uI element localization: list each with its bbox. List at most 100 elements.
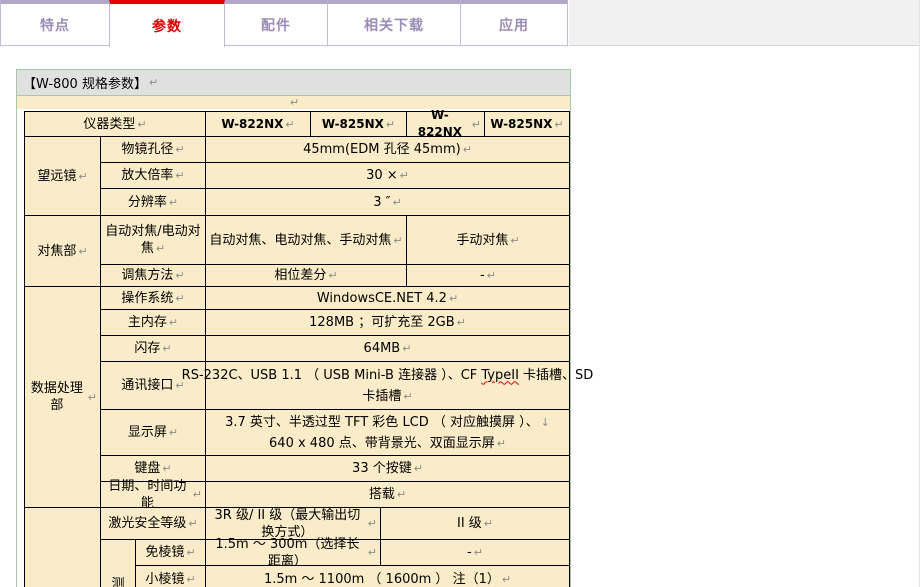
row-label-text: 小棱镜 xyxy=(145,571,184,587)
spec-empty-row: ↵ xyxy=(17,96,570,109)
row-label: 放大倍率↵ xyxy=(101,163,206,189)
carriage-return-icon: ↵ xyxy=(510,232,519,249)
row-value-right: II 级↵ xyxy=(381,508,570,540)
tab-features[interactable]: 特点 xyxy=(0,0,110,46)
row-label: 闪存↵ xyxy=(101,336,206,362)
row-label: 免棱镜↵ xyxy=(136,540,206,566)
row-label-text: 主内存 xyxy=(128,314,167,331)
row-value: 3.7 英寸、半透过型 TFT 彩色 LCD （ 对应触摸屏 ）、↓ 640 x… xyxy=(206,410,570,456)
row-label: 调焦方法↵ xyxy=(101,265,206,287)
carriage-return-icon: ↵ xyxy=(368,515,377,532)
row-label: 小棱镜↵ xyxy=(136,566,206,587)
range-vertical-label: 测 xyxy=(101,540,136,587)
row-value: 33 个按键↵ xyxy=(206,456,570,482)
row-label: 显示屏↵ xyxy=(101,410,206,456)
range-subsection: 测 免棱镜↵ 1.5m ～ 300m（选择长距离）↵ -↵ 小棱镜↵ 1.5m … xyxy=(101,540,570,587)
range-group-cell-empty xyxy=(25,508,101,587)
instrument-type-text: 仪器类型 xyxy=(83,116,135,133)
carriage-return-icon: ↵ xyxy=(393,232,402,249)
row-value: WindowsCE.NET 4.2↵ xyxy=(206,287,570,310)
table-row: 闪存↵ 64MB↵ xyxy=(101,336,570,362)
tab-applications-label: 应用 xyxy=(499,15,529,35)
row-value-text: 手动对焦 xyxy=(456,232,508,249)
spellcheck-underline: TypeII xyxy=(481,368,519,383)
row-value-text: 33 个按键 xyxy=(352,460,412,477)
row-label-text: 免棱镜 xyxy=(145,544,184,561)
table-row: 主内存↵ 128MB ；可扩充至 2GB↵ xyxy=(101,310,570,336)
row-value-right: 手动对焦↵ xyxy=(407,216,570,265)
line-break-icon: ↓ xyxy=(541,416,550,429)
display-line1: 3.7 英寸、半透过型 TFT 彩色 LCD （ 对应触摸屏 ）、↓ xyxy=(225,412,550,433)
table-row: 小棱镜↵ 1.5m ～ 1100m （ 1600m ） 注（1）↵ xyxy=(136,566,570,587)
carriage-return-icon: ↵ xyxy=(193,486,202,503)
carriage-return-icon: ↵ xyxy=(502,571,511,587)
carriage-return-icon: ↵ xyxy=(449,290,458,307)
model-name: W-822NX xyxy=(410,107,470,141)
tab-parameters[interactable]: 参数 xyxy=(109,0,225,47)
row-value-text: 1.5m ～ 300m（选择长距离） xyxy=(209,536,366,570)
row-label-text: 闪存 xyxy=(134,340,160,357)
tab-downloads-label: 相关下载 xyxy=(364,15,424,35)
tab-parameters-label: 参数 xyxy=(152,16,182,36)
carriage-return-icon: ↵ xyxy=(474,544,483,561)
carriage-return-icon: ↵ xyxy=(78,243,87,260)
carriage-return-icon: ↵ xyxy=(169,424,178,441)
row-value-text: 45mm(EDM 孔径 45mm) xyxy=(303,141,461,158)
carriage-return-icon: ↵ xyxy=(175,141,184,158)
row-value-left: 相位差分↵ xyxy=(206,265,407,287)
telescope-section: 望远镜↵ 物镜孔径↵ 45mm(EDM 孔径 45mm)↵ 放大倍率↵ 30 ×… xyxy=(25,137,570,216)
carriage-return-icon: ↵ xyxy=(149,76,158,89)
comm-line1: RS-232C、USB 1.1 （ USB Mini-B 连接器 ）、CF Ty… xyxy=(182,365,594,386)
telescope-group-label: 望远镜↵ xyxy=(25,137,101,216)
focus-rows: 自动对焦/电动对焦↵ 自动对焦、电动对焦、手动对焦↵ 手动对焦↵ 调焦方法↵ 相… xyxy=(101,216,570,287)
carriage-return-icon: ↵ xyxy=(403,390,412,403)
focus-group-label: 对焦部↵ xyxy=(25,216,101,287)
tab-applications[interactable]: 应用 xyxy=(460,0,568,46)
spec-table: 仪器类型↵ W-822NX↵ W-825NX↵ W-822NX↵ W-825NX… xyxy=(24,111,570,587)
spec-table-wrapper: 仪器类型↵ W-822NX↵ W-825NX↵ W-822NX↵ W-825NX… xyxy=(17,109,570,587)
carriage-return-icon: ↵ xyxy=(188,515,197,532)
row-label-text: 物镜孔径 xyxy=(121,141,173,158)
carriage-return-icon: ↵ xyxy=(175,267,184,284)
row-value-text: 相位差分 xyxy=(274,267,326,284)
row-label: 日期、时间功能↵ xyxy=(101,482,206,508)
row-value: 64MB↵ xyxy=(206,336,570,362)
spec-table-title-text: 【W-800 规格参数】 xyxy=(23,73,147,92)
table-row: 操作系统↵ WindowsCE.NET 4.2↵ xyxy=(101,287,570,310)
table-row: 显示屏↵ 3.7 英寸、半透过型 TFT 彩色 LCD （ 对应触摸屏 ）、↓ … xyxy=(101,410,570,456)
row-label-text: 显示屏 xyxy=(128,424,167,441)
carriage-return-icon: ↵ xyxy=(137,116,146,133)
row-value: 1.5m ～ 1100m （ 1600m ） 注（1）↵ xyxy=(206,566,570,587)
carriage-return-icon: ↵ xyxy=(397,486,406,503)
row-value-left: 自动对焦、电动对焦、手动对焦↵ xyxy=(206,216,407,265)
table-row: 分辨率↵ 3 ″↵ xyxy=(101,189,570,216)
spec-table-title: 【W-800 规格参数】 ↵ xyxy=(17,70,570,96)
model-cell: W-825NX↵ xyxy=(311,112,407,137)
carriage-return-icon: ↵ xyxy=(78,168,87,185)
data-processing-group-text: 数据处理部 xyxy=(28,380,86,414)
model-cell: W-822NX↵ xyxy=(206,112,311,137)
range-rows: 免棱镜↵ 1.5m ～ 300m（选择长距离）↵ -↵ 小棱镜↵ 1.5m ～ … xyxy=(136,540,570,587)
tabbar-filler xyxy=(569,0,919,46)
carriage-return-icon: ↵ xyxy=(457,314,466,331)
carriage-return-icon: ↵ xyxy=(186,544,195,561)
data-processing-rows: 操作系统↵ WindowsCE.NET 4.2↵ 主内存 ↵ 128MB ；可扩充… xyxy=(101,287,570,508)
carriage-return-icon: ↵ xyxy=(402,340,411,357)
row-value: 45mm(EDM 孔径 45mm)↵ xyxy=(206,137,570,163)
tab-downloads[interactable]: 相关下载 xyxy=(327,0,461,46)
carriage-return-icon: ↵ xyxy=(368,544,377,561)
model-cell: W-825NX↵ xyxy=(485,112,570,137)
table-row: 日期、时间功能↵ 搭载↵ xyxy=(101,482,570,508)
focus-group-text: 对焦部 xyxy=(37,243,76,260)
row-value-text: 128MB ；可扩充至 2GB xyxy=(309,314,454,331)
row-label: 物镜孔径↵ xyxy=(101,137,206,163)
carriage-return-icon: ↵ xyxy=(414,460,423,477)
carriage-return-icon: ↵ xyxy=(175,167,184,184)
data-processing-section: 数据处理部 ↵ 操作系统↵ WindowsCE.NET 4.2↵ 主内存 ↵ 128… xyxy=(25,287,570,508)
row-value-text: 搭载 xyxy=(369,486,395,503)
comm-line2: 卡插槽↵ xyxy=(362,386,412,407)
row-label: 分辨率↵ xyxy=(101,189,206,216)
tab-accessories[interactable]: 配件 xyxy=(224,0,328,46)
header-row: 仪器类型↵ W-822NX↵ W-825NX↵ W-822NX↵ W-825NX… xyxy=(25,112,570,137)
table-row: 调焦方法↵ 相位差分↵ -↵ xyxy=(101,265,570,287)
